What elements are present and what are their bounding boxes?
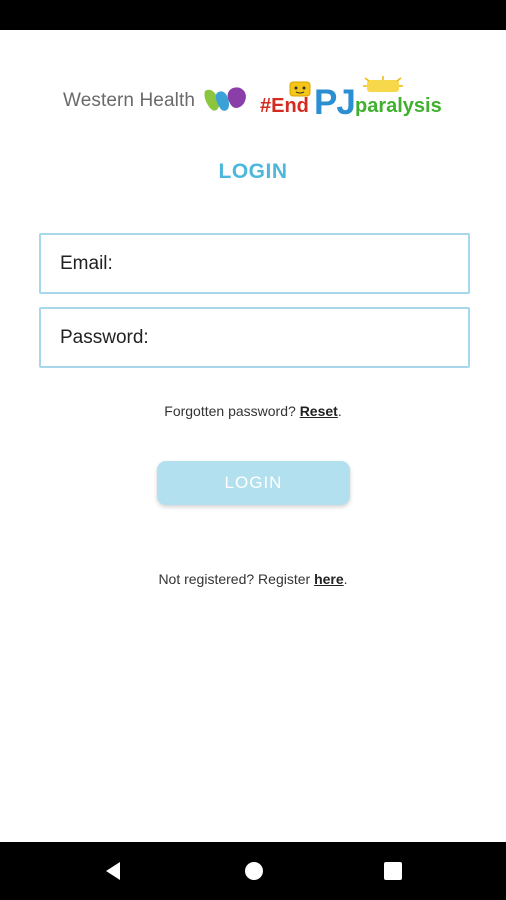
login-button[interactable]: LOGIN <box>157 461 350 505</box>
recent-apps-button[interactable] <box>378 856 408 886</box>
register-here-link[interactable]: here <box>314 571 344 587</box>
email-input[interactable] <box>120 251 456 276</box>
password-label: Password: <box>60 326 149 348</box>
register-text: Not registered? Register <box>158 571 311 587</box>
header-logos: Western Health #End PJ paralysis <box>0 76 506 126</box>
email-label: Email: <box>60 252 113 274</box>
page-title: LOGIN <box>218 160 288 183</box>
back-triangle-icon <box>106 862 120 880</box>
password-field[interactable]: Password: <box>39 307 470 368</box>
email-field[interactable]: Email: <box>39 233 470 294</box>
android-nav-bar <box>0 842 506 900</box>
campaign-paralysis: paralysis <box>355 95 442 117</box>
forgot-suffix: . <box>337 403 342 419</box>
register-line: Not registered? Register here. <box>0 571 506 587</box>
reset-password-link[interactable]: Reset <box>300 403 338 419</box>
forgot-password-text: Forgotten password? <box>164 403 296 419</box>
western-health-logo-icon <box>204 87 246 111</box>
campaign-pj: PJ <box>314 83 356 122</box>
password-input[interactable] <box>156 325 456 350</box>
forgot-password-line: Forgotten password? Reset. <box>0 403 506 419</box>
home-circle-icon <box>245 862 263 880</box>
western-health-logo-text: Western Health <box>63 90 195 111</box>
back-button[interactable] <box>98 856 128 886</box>
register-suffix: . <box>343 571 348 587</box>
sun-icon <box>363 76 403 92</box>
endpjparalysis-logo: #End PJ paralysis <box>258 76 448 124</box>
recent-square-icon <box>384 862 402 880</box>
status-bar <box>0 0 506 30</box>
home-button[interactable] <box>239 856 269 886</box>
campaign-hash-end: #End <box>260 95 309 117</box>
